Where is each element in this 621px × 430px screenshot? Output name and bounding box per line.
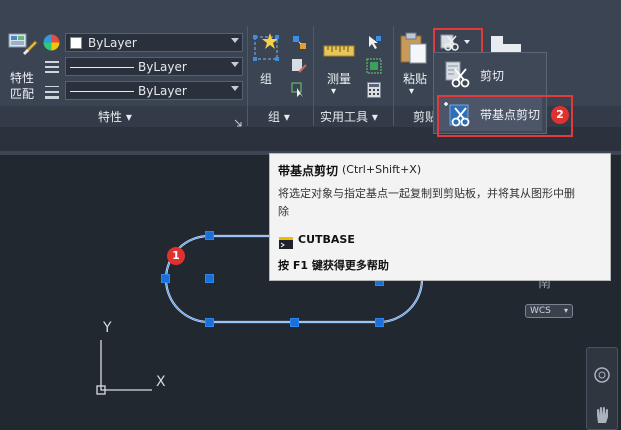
panel-separator bbox=[247, 26, 248, 126]
tooltip-help: 按 F1 键获得更多帮助 bbox=[278, 259, 389, 272]
paste-icon[interactable] bbox=[399, 31, 429, 65]
lineweight-select[interactable]: ByLayer bbox=[65, 81, 243, 100]
wcs-menu[interactable]: WCS ▾ bbox=[525, 304, 573, 318]
tooltip-shortcut: (Ctrl+Shift+X) bbox=[342, 163, 422, 176]
group-icon[interactable] bbox=[252, 31, 282, 65]
navigation-bar bbox=[586, 347, 618, 430]
measure-label[interactable]: 测量 bbox=[327, 70, 351, 87]
paste-label[interactable]: 粘贴 bbox=[403, 70, 427, 87]
grip-point[interactable] bbox=[375, 318, 384, 327]
step-1-badge: 1 bbox=[167, 247, 185, 265]
groups-panel-title[interactable]: 组 ▾ bbox=[268, 108, 290, 125]
lineweight-preview bbox=[70, 91, 134, 92]
grip-point[interactable] bbox=[290, 318, 299, 327]
group-select-icon[interactable] bbox=[291, 82, 307, 98]
chevron-down-icon bbox=[231, 86, 239, 91]
command-line-icon bbox=[279, 234, 293, 249]
measure-dropdown-arrow[interactable]: ▾ bbox=[331, 86, 336, 97]
cut-icon bbox=[444, 61, 472, 89]
utilities-panel-title[interactable]: 实用工具 ▾ bbox=[320, 108, 378, 125]
linetype-preview bbox=[70, 67, 134, 68]
chevron-down-icon: ▾ bbox=[371, 110, 378, 124]
clipboard-extra-icon[interactable] bbox=[491, 36, 523, 52]
grip-point[interactable] bbox=[205, 318, 214, 327]
lineweight-icon bbox=[45, 84, 59, 99]
tooltip-command: CUTBASE bbox=[298, 233, 355, 246]
calculator-icon[interactable] bbox=[367, 82, 381, 98]
match-properties-label-1[interactable]: 特性 bbox=[10, 69, 34, 86]
chevron-down-icon: ▾ bbox=[283, 110, 290, 124]
dialog-launcher-icon[interactable] bbox=[234, 112, 242, 127]
ucs-y-label: Y bbox=[103, 320, 112, 336]
group-label[interactable]: 组 bbox=[260, 70, 272, 87]
color-value: ByLayer bbox=[88, 36, 137, 50]
chevron-down-icon bbox=[231, 38, 239, 43]
tooltip-title: 带基点剪切 bbox=[278, 164, 339, 178]
select-all-icon[interactable] bbox=[366, 58, 382, 74]
measure-icon[interactable] bbox=[323, 40, 355, 62]
cut-menu-item[interactable]: 剪切 bbox=[438, 57, 542, 93]
panel-separator bbox=[393, 26, 394, 126]
panel-separator bbox=[313, 26, 314, 126]
lineweight-value: ByLayer bbox=[138, 84, 187, 98]
group-edit-icon[interactable] bbox=[291, 58, 307, 74]
quick-select-icon[interactable] bbox=[366, 34, 382, 50]
grip-point[interactable] bbox=[161, 274, 170, 283]
color-select[interactable]: ByLayer bbox=[65, 33, 243, 52]
tooltip-description-line2: 除 bbox=[278, 205, 289, 218]
step-2-badge: 2 bbox=[551, 106, 569, 124]
steering-wheel-icon[interactable] bbox=[593, 366, 611, 384]
ungroup-icon[interactable] bbox=[291, 34, 307, 50]
pan-hand-icon[interactable] bbox=[594, 406, 610, 424]
chevron-down-icon: ▾ bbox=[125, 110, 132, 124]
linetype-select[interactable]: ByLayer bbox=[65, 57, 243, 76]
properties-panel-title[interactable]: 特性 ▾ bbox=[98, 108, 132, 125]
grip-point[interactable] bbox=[205, 274, 214, 283]
match-properties-label-2[interactable]: 匹配 bbox=[10, 85, 34, 102]
chevron-down-icon: ▾ bbox=[563, 306, 568, 315]
ucs-x-label: X bbox=[156, 374, 166, 390]
cutbase-tooltip: 带基点剪切 (Ctrl+Shift+X) 将选定对象与指定基点一起复制到剪贴板，… bbox=[269, 153, 611, 281]
chevron-down-icon bbox=[231, 62, 239, 67]
tooltip-description-line1: 将选定对象与指定基点一起复制到剪贴板，并将其从图形中删 bbox=[278, 187, 575, 200]
linetype-icon bbox=[45, 59, 59, 73]
color-swatch bbox=[70, 37, 82, 49]
color-wheel-icon bbox=[43, 34, 60, 51]
cut-menu-label: 剪切 bbox=[480, 69, 505, 83]
grip-point[interactable] bbox=[205, 231, 214, 240]
linetype-value: ByLayer bbox=[138, 60, 187, 74]
cut-button-highlight bbox=[433, 28, 483, 55]
match-properties-icon[interactable] bbox=[8, 32, 38, 64]
paste-dropdown-arrow[interactable]: ▾ bbox=[409, 86, 414, 97]
